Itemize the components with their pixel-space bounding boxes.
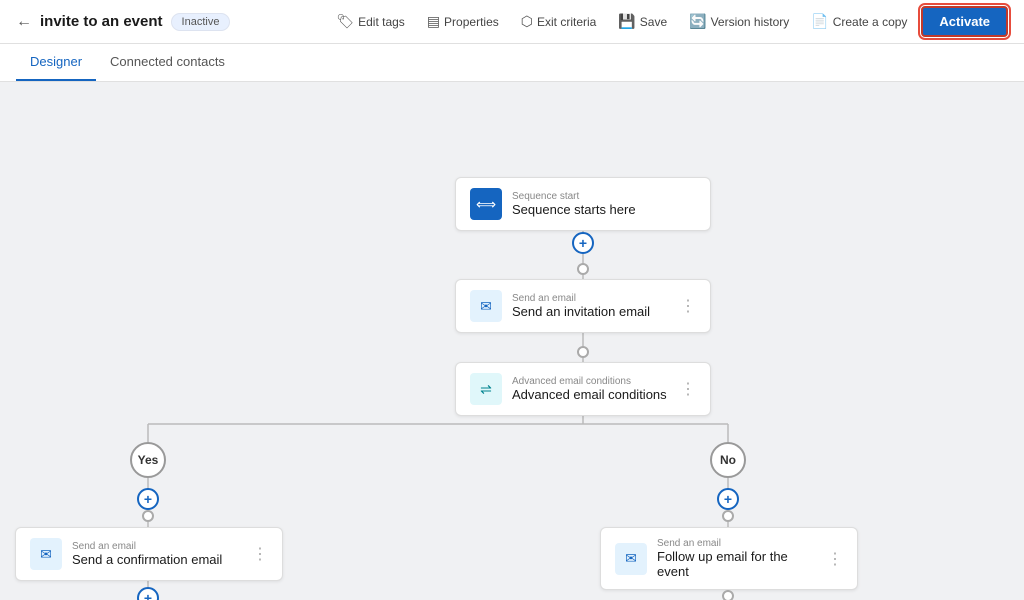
send-email-icon-3: ✉ [615,543,647,575]
sequence-start-title: Sequence starts here [512,202,696,217]
header-actions: 🏷 Edit tags ▤ Properties ⬡ Exit criteria… [328,6,1008,37]
tab-connected-contacts[interactable]: Connected contacts [96,44,239,81]
send-invitation-title: Send an invitation email [512,304,670,319]
advanced-conditions-text: Advanced email conditions Advanced email… [512,376,670,402]
follow-up-text: Send an email Follow up email for the ev… [657,538,817,579]
no-label: No [720,453,736,467]
save-button[interactable]: 💾 Save [610,8,675,35]
advanced-conditions-menu[interactable]: ⋮ [680,379,696,399]
send-invitation-menu[interactable]: ⋮ [680,296,696,316]
tags-icon: 🏷 [336,13,354,30]
add-step-no-button[interactable]: + [717,488,739,510]
exit-criteria-icon: ⬡ [521,13,533,30]
exit-criteria-button[interactable]: ⬡ Exit criteria [513,8,605,35]
send-confirmation-text: Send an email Send a confirmation email [72,541,242,567]
create-copy-button[interactable]: 📄 Create a copy [803,8,915,35]
send-email-icon-2: ✉ [30,538,62,570]
version-history-label: Version history [711,15,790,29]
follow-up-node: ✉ Send an email Follow up email for the … [600,527,858,590]
send-confirmation-node: ✉ Send an email Send a confirmation emai… [15,527,283,581]
exit-criteria-label: Exit criteria [537,15,596,29]
properties-icon: ▤ [427,13,440,30]
send-invitation-label: Send an email [512,293,670,304]
canvas: ⟺ Sequence start Sequence starts here + … [0,82,1024,600]
flow-connectors [0,82,1024,600]
save-label: Save [640,15,667,29]
send-email-icon-1: ✉ [470,290,502,322]
add-step-1-button[interactable]: + [572,232,594,254]
sequence-start-label: Sequence start [512,191,696,202]
version-history-icon: 🔄 [689,13,706,30]
header: ← invite to an event Inactive 🏷 Edit tag… [0,0,1024,44]
create-copy-icon: 📄 [811,13,828,30]
follow-up-title: Follow up email for the event [657,549,817,579]
advanced-conditions-title: Advanced email conditions [512,387,670,402]
save-icon: 💾 [618,13,635,30]
properties-button[interactable]: ▤ Properties [419,8,507,35]
create-copy-label: Create a copy [833,15,908,29]
send-invitation-node: ✉ Send an email Send an invitation email… [455,279,711,333]
yes-label: Yes [138,453,159,467]
sequence-start-text: Sequence start Sequence starts here [512,191,696,217]
send-confirmation-label: Send an email [72,541,242,552]
connector-circle-2 [577,346,589,358]
connector-circle-no-2 [722,590,734,600]
send-confirmation-menu[interactable]: ⋮ [252,544,268,564]
back-icon: ← [16,13,32,31]
sequence-start-icon: ⟺ [470,188,502,220]
advanced-conditions-label: Advanced email conditions [512,376,670,387]
page-title: invite to an event [40,13,163,30]
edit-tags-label: Edit tags [358,15,405,29]
properties-label: Properties [444,15,499,29]
no-branch-circle: No [710,442,746,478]
connector-circle-1 [577,263,589,275]
version-history-button[interactable]: 🔄 Version history [681,8,797,35]
follow-up-label: Send an email [657,538,817,549]
add-step-yes-2-button[interactable]: + [137,587,159,600]
tabs: Designer Connected contacts [0,44,1024,82]
header-left: ← invite to an event Inactive [16,13,316,31]
edit-tags-button[interactable]: 🏷 Edit tags [328,8,412,35]
advanced-conditions-node: ⇌ Advanced email conditions Advanced ema… [455,362,711,416]
add-step-yes-button[interactable]: + [137,488,159,510]
yes-branch-circle: Yes [130,442,166,478]
advanced-cond-icon: ⇌ [470,373,502,405]
back-button[interactable]: ← [16,13,32,31]
send-confirmation-title: Send a confirmation email [72,552,242,567]
status-badge: Inactive [171,13,231,31]
connector-circle-no [722,510,734,522]
tab-designer[interactable]: Designer [16,44,96,81]
follow-up-menu[interactable]: ⋮ [827,549,843,569]
activate-button[interactable]: Activate [921,6,1008,37]
sequence-start-node: ⟺ Sequence start Sequence starts here [455,177,711,231]
send-invitation-text: Send an email Send an invitation email [512,293,670,319]
connector-circle-yes [142,510,154,522]
